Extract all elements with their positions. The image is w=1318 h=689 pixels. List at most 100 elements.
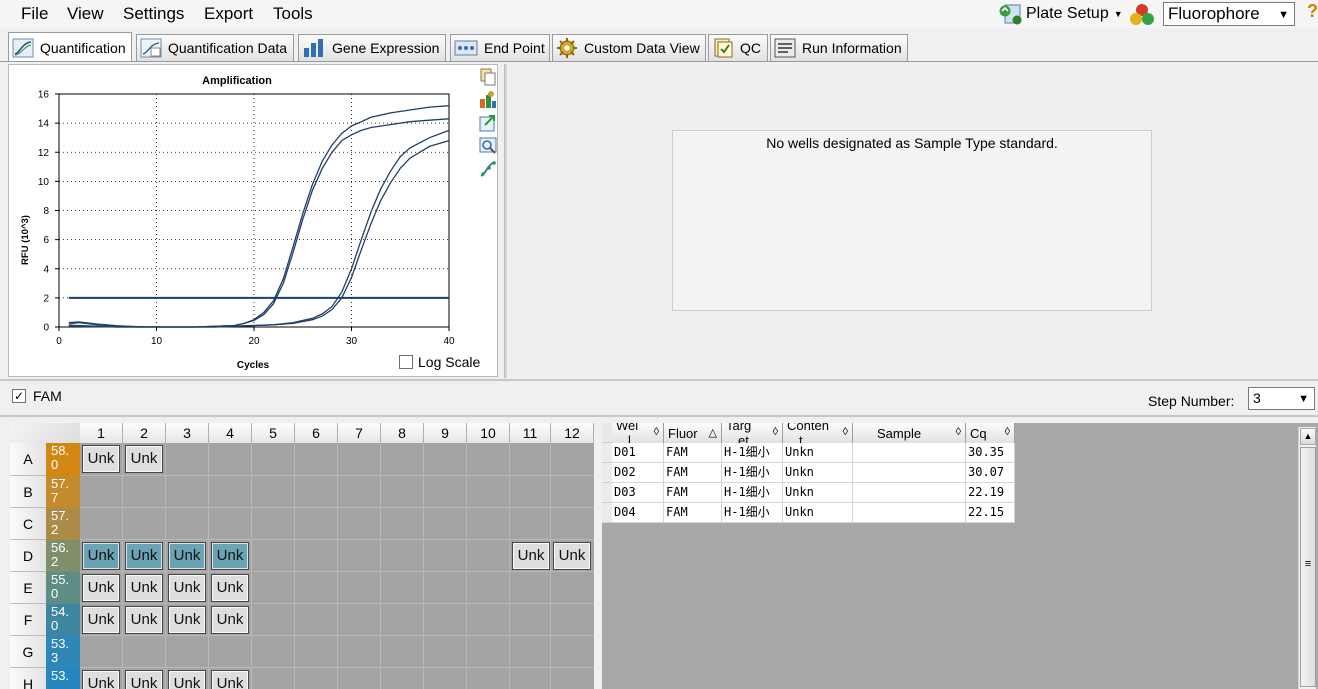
row-header-H[interactable]: H xyxy=(10,668,46,689)
row-header-E[interactable]: E xyxy=(10,572,46,604)
scroll-up-icon[interactable]: ▲ xyxy=(1300,428,1316,445)
column-header-well[interactable]: Wel l ◊ xyxy=(612,423,664,443)
well-F4[interactable]: Unk xyxy=(211,606,249,634)
cell-target[interactable]: H-1细小 xyxy=(722,483,783,503)
well-D11[interactable]: Unk xyxy=(512,542,550,570)
menu-tools[interactable]: Tools xyxy=(273,4,313,24)
column-header-3[interactable]: 3 xyxy=(166,423,209,443)
cell-content[interactable]: Unkn xyxy=(783,463,853,483)
row-header-B[interactable]: B xyxy=(10,476,46,508)
well-E4[interactable]: Unk xyxy=(211,574,249,602)
log-scale-toggle[interactable]: Log Scale xyxy=(399,354,480,370)
column-header-content[interactable]: Conten t ◊ xyxy=(783,423,853,443)
help-icon[interactable]: ? xyxy=(1307,1,1318,22)
tab-run-information[interactable]: Run Information xyxy=(770,34,908,61)
plate-corner[interactable] xyxy=(10,423,80,443)
well-F2[interactable]: Unk xyxy=(125,606,163,634)
tab-quantification-data[interactable]: Quantification Data xyxy=(136,34,294,61)
cell-well[interactable]: D04 xyxy=(612,503,664,523)
column-header-8[interactable]: 8 xyxy=(381,423,424,443)
well-E1[interactable]: Unk xyxy=(82,574,120,602)
column-header-7[interactable]: 7 xyxy=(338,423,381,443)
cell-fluor[interactable]: FAM xyxy=(664,463,722,483)
fam-toggle[interactable]: ✓ FAM xyxy=(12,388,62,404)
row-header-C[interactable]: C xyxy=(10,508,46,540)
step-number-select[interactable]: 3 ▼ xyxy=(1248,387,1315,410)
row-header-F[interactable]: F xyxy=(10,604,46,636)
column-header-target[interactable]: Targ et ◊ xyxy=(722,423,783,443)
tab-qc[interactable]: QC xyxy=(708,34,768,61)
tab-gene-expression[interactable]: Gene Expression xyxy=(298,34,446,61)
row-header-D[interactable]: D xyxy=(10,540,46,572)
well-E3[interactable]: Unk xyxy=(168,574,206,602)
zoom-icon[interactable] xyxy=(478,136,498,156)
cell-fluor[interactable]: FAM xyxy=(664,443,722,463)
cell-sample[interactable] xyxy=(853,463,966,483)
column-header-11[interactable]: 11 xyxy=(510,423,551,443)
cell-well[interactable]: D01 xyxy=(612,443,664,463)
tab-quantification[interactable]: Quantification xyxy=(8,32,132,62)
row-selector[interactable] xyxy=(602,503,612,523)
row-header-A[interactable]: A xyxy=(10,443,46,476)
well-D4[interactable]: Unk xyxy=(211,542,249,570)
column-header-5[interactable]: 5 xyxy=(252,423,295,443)
column-header-4[interactable]: 4 xyxy=(209,423,252,443)
cell-cq[interactable]: 30.35 xyxy=(966,443,1015,463)
row-header-G[interactable]: G xyxy=(10,636,46,668)
curve-fit-icon[interactable] xyxy=(478,159,498,179)
well-H4[interactable]: Unk xyxy=(211,670,249,689)
menu-view[interactable]: View xyxy=(67,4,104,24)
well-F3[interactable]: Unk xyxy=(168,606,206,634)
menu-settings[interactable]: Settings xyxy=(123,4,184,24)
column-header-6[interactable]: 6 xyxy=(295,423,338,443)
well-H1[interactable]: Unk xyxy=(82,670,120,689)
fluorophore-select[interactable]: Fluorophore ▼ xyxy=(1163,2,1295,26)
row-selector[interactable] xyxy=(602,443,612,463)
cell-fluor[interactable]: FAM xyxy=(664,483,722,503)
cell-cq[interactable]: 22.19 xyxy=(966,483,1015,503)
scroll-thumb[interactable]: ≡ xyxy=(1300,447,1316,687)
cell-well[interactable]: D03 xyxy=(612,483,664,503)
results-scrollbar[interactable]: ▲ ≡ xyxy=(1298,427,1316,689)
well-H2[interactable]: Unk xyxy=(125,670,163,689)
cell-sample[interactable] xyxy=(853,443,966,463)
row-selector[interactable] xyxy=(602,483,612,503)
copy-icon[interactable] xyxy=(478,67,498,87)
well-D1[interactable]: Unk xyxy=(82,542,120,570)
well-A1[interactable]: Unk xyxy=(82,445,120,473)
export-icon[interactable] xyxy=(478,113,498,133)
cell-fluor[interactable]: FAM xyxy=(664,503,722,523)
cell-content[interactable]: Unkn xyxy=(783,443,853,463)
log-scale-checkbox[interactable] xyxy=(399,355,413,369)
column-header-12[interactable]: 12 xyxy=(551,423,594,443)
cell-target[interactable]: H-1细小 xyxy=(722,503,783,523)
well-E2[interactable]: Unk xyxy=(125,574,163,602)
cell-content[interactable]: Unkn xyxy=(783,483,853,503)
well-A2[interactable]: Unk xyxy=(125,445,163,473)
column-header-cq[interactable]: Cq ◊ xyxy=(966,423,1015,443)
well-F1[interactable]: Unk xyxy=(82,606,120,634)
menu-export[interactable]: Export xyxy=(204,4,253,24)
cell-sample[interactable] xyxy=(853,483,966,503)
well-H3[interactable]: Unk xyxy=(168,670,206,689)
cell-cq[interactable]: 30.07 xyxy=(966,463,1015,483)
cell-target[interactable]: H-1细小 xyxy=(722,463,783,483)
plate-setup-button[interactable]: Plate Setup ▼ xyxy=(998,1,1123,27)
column-header-1[interactable]: 1 xyxy=(80,423,123,443)
cell-sample[interactable] xyxy=(853,503,966,523)
tab-end-point[interactable]: End Point xyxy=(450,34,550,61)
column-header-10[interactable]: 10 xyxy=(467,423,510,443)
cell-cq[interactable]: 22.15 xyxy=(966,503,1015,523)
fam-checkbox[interactable]: ✓ xyxy=(12,389,26,403)
chart-options-icon[interactable] xyxy=(478,90,498,110)
cell-content[interactable]: Unkn xyxy=(783,503,853,523)
menu-file[interactable]: File xyxy=(21,4,48,24)
cell-target[interactable]: H-1细小 xyxy=(722,443,783,463)
column-header-2[interactable]: 2 xyxy=(123,423,166,443)
cell-well[interactable]: D02 xyxy=(612,463,664,483)
column-header-sample[interactable]: Sample ◊ xyxy=(853,423,966,443)
well-D2[interactable]: Unk xyxy=(125,542,163,570)
row-selector[interactable] xyxy=(602,463,612,483)
well-D3[interactable]: Unk xyxy=(168,542,206,570)
column-header-fluor[interactable]: Fluor △ xyxy=(664,423,722,443)
